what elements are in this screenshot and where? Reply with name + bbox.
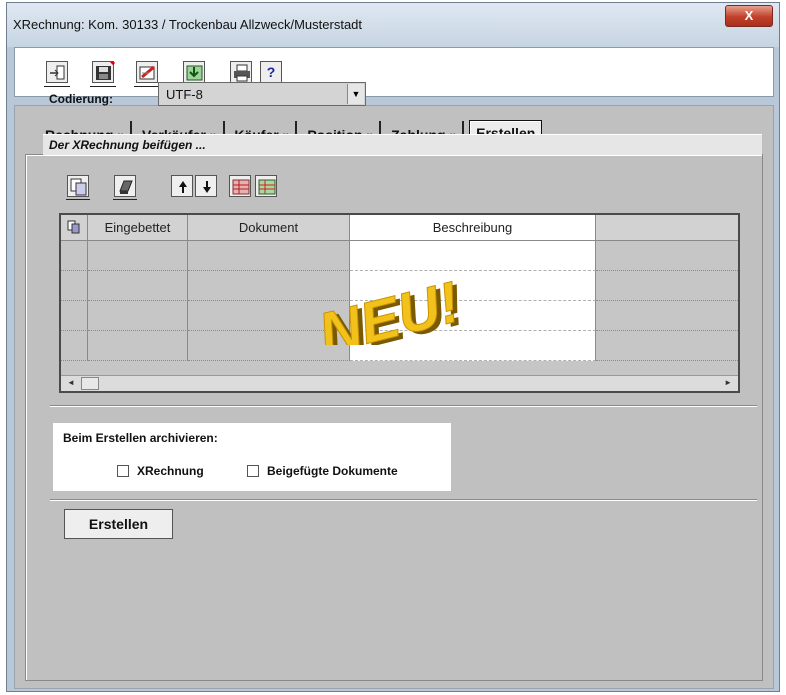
beigefuegte-dokumente-checkbox[interactable] (247, 465, 259, 477)
close-button[interactable]: X (725, 5, 773, 27)
table-cell[interactable] (188, 241, 350, 271)
save-button[interactable] (90, 61, 116, 87)
table-cell[interactable] (596, 241, 738, 271)
toolbar-underline (90, 86, 116, 87)
exit-button[interactable] (44, 61, 70, 87)
title-bar: XRechnung: Kom. 30133 / Trockenbau Allzw… (7, 3, 779, 47)
help-button[interactable]: ? (258, 61, 284, 87)
column-header-beschreibung[interactable]: Beschreibung (350, 215, 596, 241)
table-row[interactable] (61, 331, 88, 361)
table-row[interactable] (61, 271, 88, 301)
column-header-dokument[interactable]: Dokument (188, 215, 350, 241)
divider (50, 405, 757, 407)
help-icon: ? (266, 64, 276, 80)
toolbar-underline (134, 86, 160, 87)
table-cell[interactable] (350, 241, 596, 271)
move-down-button[interactable] (195, 175, 217, 197)
toolbar-underline (113, 199, 137, 200)
xrechnung-checkbox-label[interactable]: XRechnung (137, 464, 204, 478)
table-corner (61, 215, 88, 241)
print-button[interactable] (228, 61, 254, 87)
archive-group: Beim Erstellen archivieren: XRechnung Be… (53, 423, 451, 491)
toolbar-underline (44, 86, 70, 87)
copy-icon (70, 178, 87, 196)
window-title: XRechnung: Kom. 30133 / Trockenbau Allzw… (13, 17, 363, 32)
divider (50, 499, 757, 501)
exit-icon (50, 65, 65, 80)
disk-icon (119, 180, 133, 194)
scroll-left-icon[interactable]: ◄ (67, 378, 75, 387)
table-cell[interactable] (596, 271, 738, 301)
arrow-up-icon (179, 181, 187, 193)
archive-label: Beim Erstellen archivieren: (63, 431, 218, 445)
scroll-thumb[interactable] (81, 377, 99, 390)
attach-disk-button[interactable] (113, 175, 137, 200)
table-row[interactable] (61, 301, 88, 331)
remove-document-button[interactable] (229, 175, 251, 197)
import-icon (186, 65, 203, 81)
attach-section-title: Der XRechnung beifügen ... (49, 138, 206, 152)
codierung-select[interactable]: UTF-8 ▼ (158, 82, 366, 106)
table-cell[interactable] (88, 271, 188, 301)
save-icon (96, 62, 115, 80)
codierung-label: Codierung: (49, 92, 113, 106)
column-header-eingebettet[interactable]: Eingebettet (88, 215, 188, 241)
add-document-button[interactable] (255, 175, 277, 197)
table-row[interactable] (61, 241, 88, 271)
toolbar-underline (66, 199, 90, 200)
xrechnung-checkbox[interactable] (117, 465, 129, 477)
add-icon (258, 179, 276, 195)
table-cell[interactable] (88, 301, 188, 331)
chevron-down-icon[interactable]: ▼ (347, 84, 364, 104)
beigefuegte-dokumente-checkbox-label[interactable]: Beigefügte Dokumente (267, 464, 398, 478)
arrow-down-icon (203, 181, 211, 193)
toolbar: ? (14, 47, 774, 97)
copy-icon (67, 220, 80, 234)
print-icon (234, 64, 250, 82)
attach-section-header: Der XRechnung beifügen ... (43, 134, 762, 155)
table-cell[interactable] (596, 301, 738, 331)
edit-button[interactable] (134, 61, 160, 87)
codierung-value: UTF-8 (166, 87, 203, 102)
new-badge-text: NEU! (312, 271, 465, 345)
create-button[interactable]: Erstellen (64, 509, 173, 539)
scroll-right-icon[interactable]: ► (724, 378, 732, 387)
table-cell[interactable] (88, 331, 188, 361)
column-header-f[interactable]: F (596, 215, 738, 241)
new-badge: NEU! NEU! (312, 271, 471, 345)
move-up-button[interactable] (171, 175, 193, 197)
import-button[interactable] (181, 61, 207, 87)
horizontal-scrollbar[interactable]: ◄ ► (61, 375, 738, 391)
table-cell[interactable] (596, 331, 738, 361)
remove-icon (232, 179, 250, 195)
table-cell[interactable] (88, 241, 188, 271)
application-window: XRechnung: Kom. 30133 / Trockenbau Allzw… (6, 2, 780, 692)
copy-document-button[interactable] (66, 175, 90, 200)
edit-icon (139, 65, 155, 80)
